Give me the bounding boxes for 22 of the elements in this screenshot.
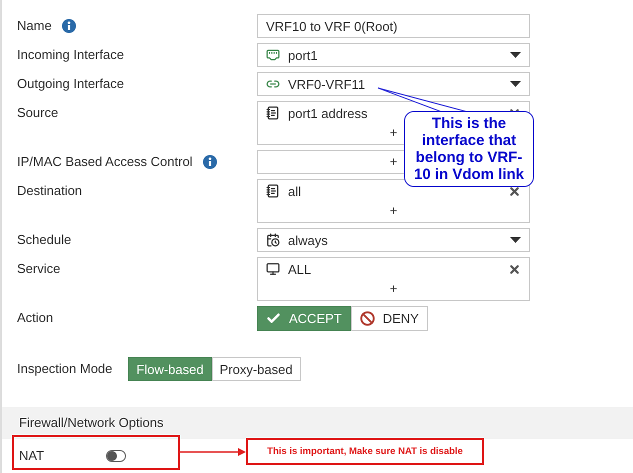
- field-label: Incoming Interface: [17, 46, 124, 64]
- field-label: Destination: [17, 182, 82, 200]
- field-label: Schedule: [17, 231, 72, 249]
- field-label: IP/MAC Based Access Control: [17, 153, 193, 171]
- field-label: Service: [17, 260, 60, 278]
- select-field[interactable]: VRF0-VRF11: [257, 72, 530, 96]
- section-title: Firewall/Network Options: [19, 415, 164, 430]
- field-label: Source: [17, 104, 58, 122]
- action-option[interactable]: ACCEPT: [257, 306, 351, 331]
- multi-select-field[interactable]: ALL +: [257, 257, 530, 301]
- action-option[interactable]: DENY: [350, 306, 428, 331]
- field-label: Inspection Mode: [17, 360, 112, 378]
- note-text: This is important, Make sure NAT is disable: [267, 446, 463, 456]
- name-field[interactable]: VRF10 to VRF 0(Root): [257, 14, 530, 38]
- mode-option[interactable]: Proxy-based: [212, 357, 301, 381]
- select-field[interactable]: always: [257, 228, 530, 252]
- field-label: Name: [17, 17, 52, 35]
- mode-option[interactable]: Flow-based: [128, 357, 212, 381]
- select-field[interactable]: port1: [257, 43, 530, 67]
- field-label: Action: [17, 309, 54, 327]
- field-label: NAT: [19, 447, 44, 465]
- field-label: Outgoing Interface: [17, 75, 124, 93]
